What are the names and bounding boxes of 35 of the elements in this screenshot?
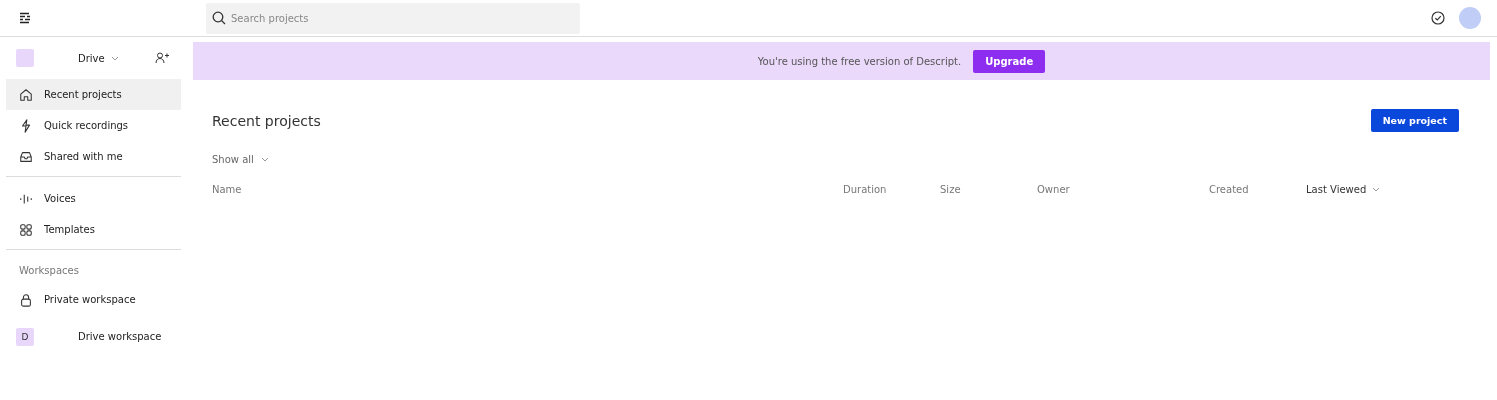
column-header[interactable]: Name (212, 184, 242, 195)
check-circle-icon[interactable] (1431, 11, 1445, 25)
sidebar-item[interactable]: Voices (6, 183, 181, 214)
lightning-icon (19, 118, 33, 133)
column-header[interactable]: Size (940, 184, 961, 195)
upgrade-button[interactable]: Upgrade (973, 49, 1046, 73)
lock-icon (19, 292, 33, 307)
page-title: Recent projects (212, 112, 321, 129)
sidebar-item[interactable]: Recent projects (6, 79, 181, 110)
workspace-avatar: D (16, 327, 34, 346)
caret-icon (110, 55, 119, 61)
column-header[interactable]: Last Viewed (1306, 184, 1381, 195)
search-field[interactable]: Search projects (206, 2, 580, 34)
search-icon (212, 10, 226, 25)
sidebar-item[interactable]: Templates (6, 214, 181, 245)
section-heading: Workspaces (18, 264, 80, 278)
tray-icon (19, 149, 33, 164)
caret-icon (1372, 187, 1381, 192)
grid-icon (19, 222, 33, 237)
sidebar-item[interactable]: Private workspace (6, 284, 181, 315)
workspace-dropdown[interactable]: Drive (78, 52, 119, 64)
sidebar-item[interactable]: Shared with me (6, 141, 181, 172)
column-header[interactable]: Duration (843, 184, 887, 195)
new-project-button[interactable]: New project (1370, 109, 1459, 132)
menu-icon[interactable] (19, 12, 31, 24)
column-header[interactable]: Created (1209, 184, 1249, 195)
sidebar-item[interactable]: D Drive workspace (6, 321, 181, 352)
home-icon (19, 87, 33, 102)
column-header[interactable]: Owner (1037, 184, 1070, 195)
caret-icon (260, 157, 269, 162)
workspace-avatar (16, 49, 34, 67)
add-user-icon[interactable] (155, 52, 169, 64)
show-all-dropdown[interactable]: Show all (212, 154, 269, 165)
sidebar-item[interactable]: Quick recordings (6, 110, 181, 141)
banner-text: You're using the free version of Descript. (757, 55, 962, 67)
